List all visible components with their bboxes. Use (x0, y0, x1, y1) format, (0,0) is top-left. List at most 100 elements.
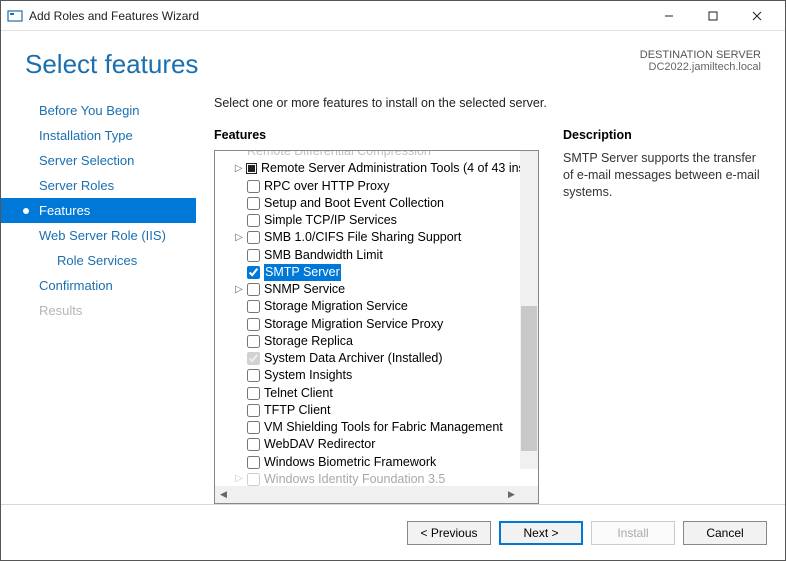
feature-item[interactable]: System Insights (215, 367, 538, 384)
feature-label[interactable]: VM Shielding Tools for Fabric Management (264, 419, 503, 436)
feature-item[interactable]: System Data Archiver (Installed) (215, 350, 538, 367)
nav-item-server-roles[interactable]: Server Roles (1, 173, 196, 198)
features-tree-container: Remote Differential Compression▷Remote S… (214, 150, 539, 504)
feature-label[interactable]: WebDAV Redirector (264, 436, 375, 453)
feature-label[interactable]: SMB 1.0/CIFS File Sharing Support (264, 229, 461, 246)
nav-sidebar: Before You BeginInstallation TypeServer … (1, 90, 196, 504)
feature-label[interactable]: Storage Replica (264, 333, 353, 350)
features-column: Features Remote Differential Compression… (214, 128, 539, 504)
feature-label[interactable]: System Data Archiver (Installed) (264, 350, 443, 367)
install-button[interactable]: Install (591, 521, 675, 545)
feature-label[interactable]: Setup and Boot Event Collection (264, 195, 444, 212)
feature-item[interactable]: Windows Biometric Framework (215, 454, 538, 471)
header: Select features DESTINATION SERVER DC202… (1, 31, 785, 90)
feature-checkbox[interactable] (247, 249, 260, 262)
feature-item[interactable]: Remote Differential Compression (215, 151, 538, 160)
feature-item[interactable]: TFTP Client (215, 402, 538, 419)
feature-item[interactable]: ▷ Remote Server Administration Tools (4 o… (215, 160, 538, 177)
next-button[interactable]: Next > (499, 521, 583, 545)
feature-checkbox[interactable] (247, 387, 260, 400)
feature-checkbox[interactable] (247, 404, 260, 417)
feature-label[interactable]: Windows Identity Foundation 3.5 (264, 471, 445, 486)
feature-checkbox[interactable] (247, 438, 260, 451)
feature-item[interactable]: RPC over HTTP Proxy (215, 178, 538, 195)
feature-checkbox[interactable] (247, 231, 260, 244)
checkbox-partial-icon[interactable] (246, 163, 257, 174)
nav-item-server-selection[interactable]: Server Selection (1, 148, 196, 173)
feature-label[interactable]: Windows Biometric Framework (264, 454, 436, 471)
feature-item[interactable]: ▷ Windows Identity Foundation 3.5 (215, 471, 538, 486)
description-column: Description SMTP Server supports the tra… (563, 128, 761, 504)
feature-label[interactable]: SMB Bandwidth Limit (264, 247, 383, 264)
feature-label[interactable]: SMTP Server (264, 264, 341, 281)
feature-label[interactable]: Remote Server Administration Tools (4 of… (261, 160, 538, 177)
feature-item[interactable]: ▷ SNMP Service (215, 281, 538, 298)
feature-item[interactable]: Storage Migration Service Proxy (215, 316, 538, 333)
scrollbar-thumb[interactable] (521, 306, 537, 451)
feature-checkbox[interactable] (247, 421, 260, 434)
feature-item[interactable]: WebDAV Redirector (215, 436, 538, 453)
feature-checkbox[interactable] (247, 283, 260, 296)
feature-label[interactable]: TFTP Client (264, 402, 330, 419)
expand-icon[interactable]: ▷ (233, 283, 245, 297)
feature-label[interactable]: Telnet Client (264, 385, 333, 402)
description-label: Description (563, 128, 761, 142)
feature-item[interactable]: Setup and Boot Event Collection (215, 195, 538, 212)
hscroll-track[interactable] (232, 486, 503, 503)
feature-label[interactable]: Storage Migration Service Proxy (264, 316, 443, 333)
feature-label[interactable]: RPC over HTTP Proxy (264, 178, 390, 195)
nav-item-before-you-begin[interactable]: Before You Begin (1, 98, 196, 123)
horizontal-scrollbar[interactable]: ◀ ▶ (215, 486, 538, 503)
feature-checkbox[interactable] (247, 214, 260, 227)
feature-item[interactable]: Storage Replica (215, 333, 538, 350)
feature-item[interactable]: SMB Bandwidth Limit (215, 247, 538, 264)
feature-checkbox[interactable] (247, 300, 260, 313)
nav-item-confirmation[interactable]: Confirmation (1, 273, 196, 298)
body: Before You BeginInstallation TypeServer … (1, 90, 785, 504)
feature-checkbox[interactable] (247, 352, 260, 365)
feature-item[interactable]: ▷ SMB 1.0/CIFS File Sharing Support (215, 229, 538, 246)
close-button[interactable] (735, 2, 779, 30)
nav-item-web-server-role-iis-[interactable]: Web Server Role (IIS) (1, 223, 196, 248)
feature-label[interactable]: Remote Differential Compression (247, 151, 431, 160)
feature-label[interactable]: Simple TCP/IP Services (264, 212, 397, 229)
expand-icon[interactable]: ▷ (233, 472, 245, 486)
feature-checkbox[interactable] (247, 197, 260, 210)
feature-label[interactable]: SNMP Service (264, 281, 345, 298)
minimize-button[interactable] (647, 2, 691, 30)
feature-checkbox[interactable] (247, 266, 260, 279)
nav-item-role-services[interactable]: Role Services (1, 248, 196, 273)
scroll-left-icon[interactable]: ◀ (215, 486, 232, 503)
description-text: SMTP Server supports the transfer of e-m… (563, 150, 761, 201)
previous-button[interactable]: < Previous (407, 521, 491, 545)
feature-item[interactable]: SMTP Server (215, 264, 538, 281)
cancel-button[interactable]: Cancel (683, 521, 767, 545)
expand-icon[interactable]: ▷ (233, 231, 245, 245)
feature-item[interactable]: VM Shielding Tools for Fabric Management (215, 419, 538, 436)
nav-item-installation-type[interactable]: Installation Type (1, 123, 196, 148)
expand-icon[interactable]: ▷ (233, 162, 244, 176)
window-title: Add Roles and Features Wizard (29, 9, 647, 23)
page-heading: Select features (25, 49, 640, 80)
dest-label: DESTINATION SERVER (640, 49, 761, 61)
feature-checkbox[interactable] (247, 335, 260, 348)
maximize-button[interactable] (691, 2, 735, 30)
window-buttons (647, 2, 779, 30)
feature-checkbox[interactable] (247, 180, 260, 193)
feature-checkbox[interactable] (247, 369, 260, 382)
feature-item[interactable]: Storage Migration Service (215, 298, 538, 315)
feature-label[interactable]: Storage Migration Service (264, 298, 408, 315)
feature-item[interactable]: Telnet Client (215, 385, 538, 402)
feature-item[interactable]: Simple TCP/IP Services (215, 212, 538, 229)
features-label: Features (214, 128, 539, 142)
nav-item-features[interactable]: Features (1, 198, 196, 223)
features-tree[interactable]: Remote Differential Compression▷Remote S… (215, 151, 538, 486)
nav-item-results: Results (1, 298, 196, 323)
vertical-scrollbar[interactable] (520, 151, 538, 469)
scroll-right-icon[interactable]: ▶ (503, 486, 520, 503)
columns: Features Remote Differential Compression… (214, 128, 761, 504)
feature-label[interactable]: System Insights (264, 367, 352, 384)
feature-checkbox[interactable] (247, 318, 260, 331)
feature-checkbox[interactable] (247, 473, 260, 486)
feature-checkbox[interactable] (247, 456, 260, 469)
